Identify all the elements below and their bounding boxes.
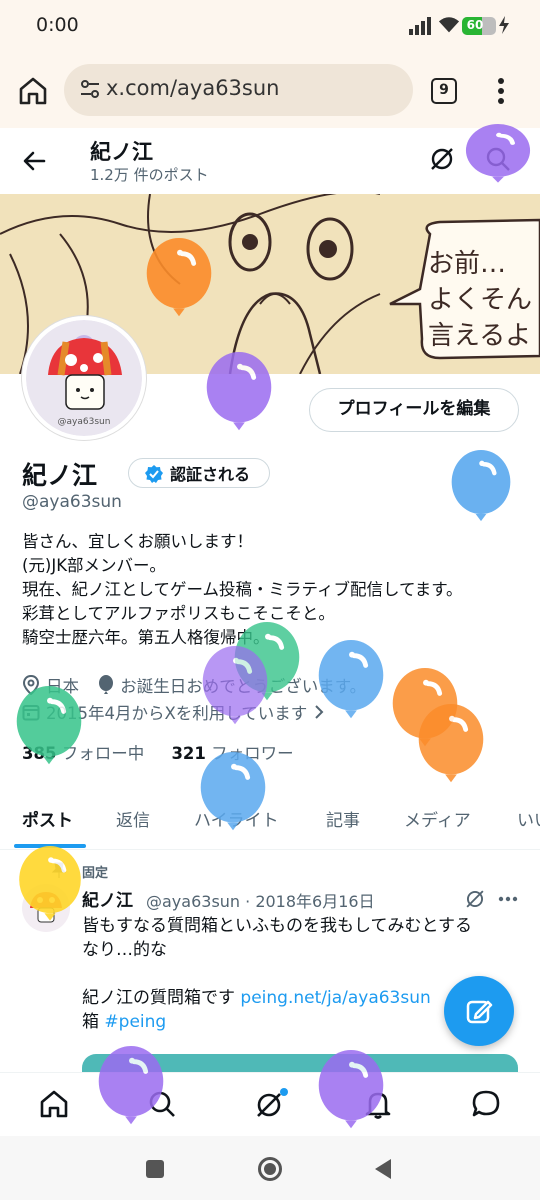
- banner-speech-line-1: お前…: [428, 249, 506, 279]
- header-title: 紀ノ江: [90, 140, 153, 164]
- avatar-caption: @aya63sun: [58, 417, 111, 427]
- tab-media[interactable]: メディア: [404, 806, 471, 831]
- balloon-purple: [464, 124, 532, 190]
- balloon-yellow: [16, 846, 84, 930]
- balloon-purple: [96, 1046, 166, 1134]
- balloon-green: [14, 686, 84, 774]
- balloon-orange: [144, 238, 214, 326]
- grok-icon[interactable]: [254, 1088, 288, 1120]
- messages-icon[interactable]: [470, 1088, 502, 1120]
- tab-replies[interactable]: 返信: [116, 806, 150, 831]
- home-icon[interactable]: [38, 1088, 70, 1120]
- post-handle-date[interactable]: @aya63sun · 2018年6月16日: [146, 888, 375, 912]
- balloon-purple: [316, 1050, 386, 1138]
- bio-line: 現在、紀ノ江としてゲーム投稿・ミラティブ配信してます。: [22, 580, 463, 599]
- signal-icon: [409, 17, 431, 35]
- edit-profile-button[interactable]: プロフィールを編集: [309, 388, 519, 432]
- grok-icon[interactable]: [464, 888, 486, 910]
- balloon-purple: [200, 646, 270, 734]
- home-button[interactable]: [257, 1156, 283, 1182]
- balloon-orange: [416, 704, 486, 792]
- banner-speech-line-2: よくそん: [428, 285, 532, 315]
- bio-line: 皆さん、宜しくお願いします！: [22, 532, 253, 551]
- profile-header: [0, 128, 540, 194]
- status-time: 0:00: [36, 14, 79, 36]
- balloon-blue: [316, 640, 386, 728]
- tab-articles[interactable]: 記事: [326, 806, 360, 831]
- profile-handle: @aya63sun: [22, 492, 122, 512]
- balloon-blue: [446, 450, 516, 530]
- charging-icon: [499, 16, 509, 34]
- post-line: なり…的な: [82, 940, 167, 960]
- post-link[interactable]: peing.net/ja/aya63sun: [240, 988, 430, 1008]
- more-vertical-icon[interactable]: [497, 76, 505, 106]
- back-button[interactable]: [374, 1158, 392, 1180]
- post-author[interactable]: 紀ノ江: [82, 886, 133, 911]
- post-hashtag[interactable]: #peing: [104, 1012, 166, 1032]
- balloon-blue: [198, 752, 268, 840]
- post-line: 紀ノ江の質問箱です: [82, 988, 241, 1008]
- bio-line: (元)JK部メンバー。: [22, 556, 166, 575]
- wifi-icon: [438, 17, 460, 33]
- tab-switcher-button[interactable]: 9: [431, 78, 457, 104]
- back-arrow-icon[interactable]: [20, 146, 50, 176]
- get-verified-label[interactable]: 認証される: [170, 461, 250, 485]
- balloon-purple: [204, 352, 274, 440]
- balloon-icon: [99, 675, 114, 694]
- tab-likes[interactable]: いい: [517, 806, 540, 831]
- battery-indicator: 60: [462, 17, 496, 35]
- more-horizontal-icon[interactable]: [498, 896, 518, 902]
- post-count: 1.2万 件のポスト: [90, 166, 209, 184]
- profile-name: 紀ノ江: [22, 461, 98, 490]
- verified-badge-icon: [145, 465, 163, 483]
- post-line: 皆もすなる質問箱といふものを我もしてみむとする: [82, 916, 472, 936]
- banner-speech-line-3: 言えるよ: [428, 321, 531, 351]
- compose-post-button[interactable]: [444, 976, 514, 1046]
- grok-icon[interactable]: [428, 145, 456, 173]
- site-settings-icon[interactable]: [80, 78, 100, 100]
- tab-posts[interactable]: ポスト: [22, 806, 73, 831]
- recent-apps-button[interactable]: [146, 1160, 164, 1178]
- avatar[interactable]: @aya63sun: [22, 316, 146, 440]
- compose-icon: [466, 1000, 493, 1024]
- mushroom-avatar-image: @aya63sun: [26, 320, 142, 436]
- home-icon[interactable]: [16, 74, 50, 108]
- pinned-label: 固定: [82, 866, 109, 881]
- post-line: 箱: [82, 1012, 105, 1032]
- url-text[interactable]: x.com/aya63sun: [106, 76, 279, 100]
